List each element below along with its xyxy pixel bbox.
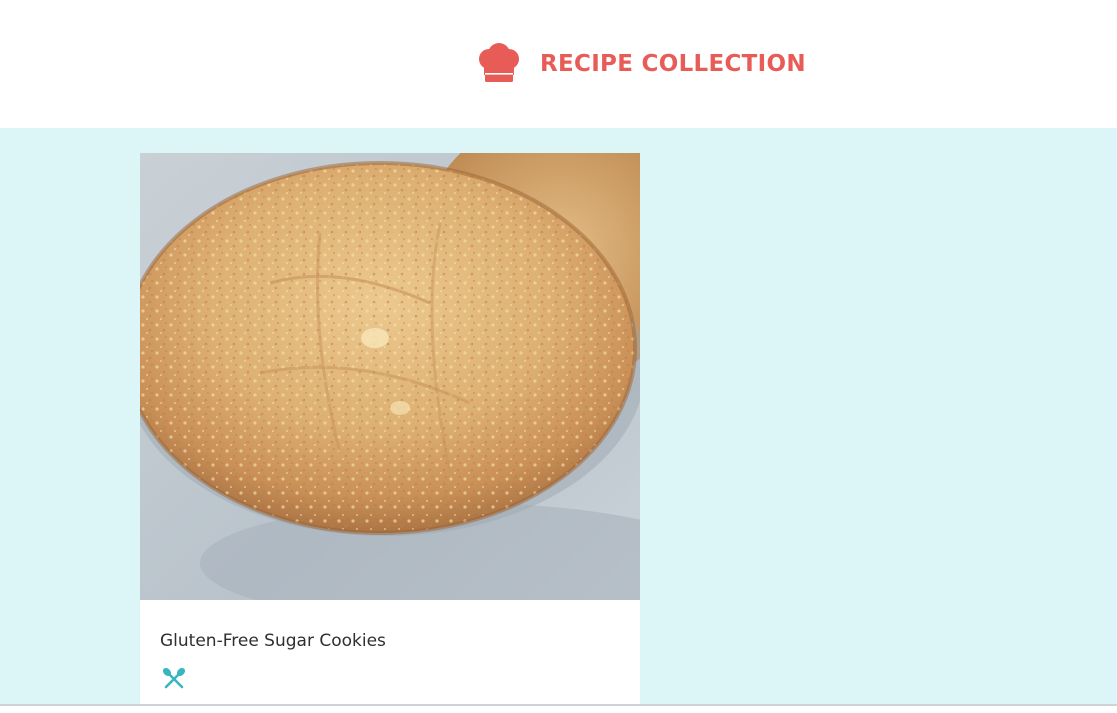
cookie-photo[interactable]: [140, 153, 640, 600]
utensils-icon: [162, 667, 186, 689]
chef-hat-icon: [479, 43, 519, 82]
brand-title: RECIPE COLLECTION: [540, 50, 806, 77]
brand-link[interactable]: RECIPE COLLECTION: [476, 32, 806, 94]
recipe-card[interactable]: Gluten-Free Sugar Cookies: [140, 153, 640, 713]
recipe-title[interactable]: Gluten-Free Sugar Cookies: [160, 631, 386, 651]
site-header: RECIPE COLLECTION: [0, 0, 1117, 128]
recipe-grid: Gluten-Free Sugar Cookies: [0, 128, 1117, 713]
